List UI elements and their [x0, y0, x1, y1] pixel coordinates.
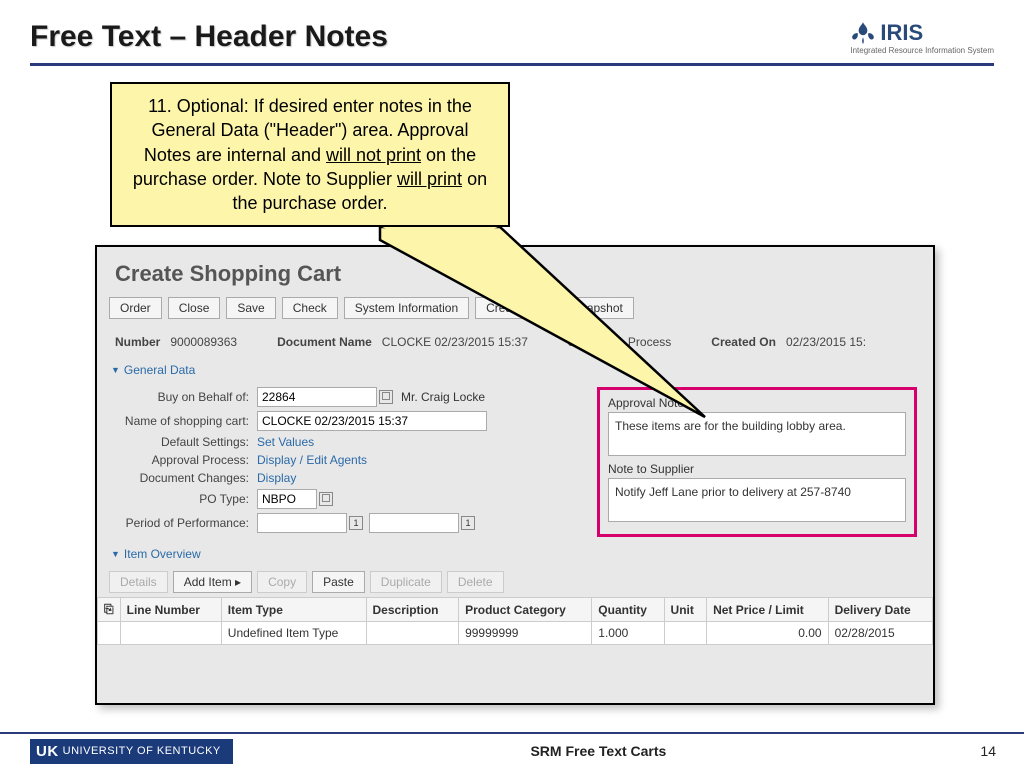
save-button[interactable]: Save [226, 297, 275, 319]
display-edit-agents-link[interactable]: Display / Edit Agents [257, 453, 367, 467]
slide-title: Free Text – Header Notes [30, 20, 388, 54]
period-label: Period of Performance: [107, 516, 257, 530]
item-overview-header[interactable]: Item Overview [97, 541, 933, 567]
approval-process-label: Approval Process: [107, 453, 257, 467]
set-values-link[interactable]: Set Values [257, 435, 314, 449]
check-button[interactable]: Check [282, 297, 338, 319]
copy-col-icon: ⎘ [98, 598, 121, 622]
page-number: 14 [964, 743, 1024, 759]
lookup-icon[interactable] [319, 492, 333, 506]
calendar-icon[interactable]: 1 [349, 516, 363, 530]
period-to-input[interactable] [369, 513, 459, 533]
note-to-supplier-textarea[interactable]: Notify Jeff Lane prior to delivery at 25… [608, 478, 906, 522]
calendar-icon[interactable]: 1 [461, 516, 475, 530]
doc-changes-label: Document Changes: [107, 471, 257, 485]
details-button: Details [109, 571, 168, 593]
paste-button[interactable]: Paste [312, 571, 365, 593]
order-button[interactable]: Order [109, 297, 162, 319]
iris-logo: IRIS Integrated Resource Information Sys… [850, 20, 994, 55]
default-settings-label: Default Settings: [107, 435, 257, 449]
cart-name-label: Name of shopping cart: [107, 414, 257, 428]
delete-button: Delete [447, 571, 504, 593]
instruction-callout: 11. Optional: If desired enter notes in … [110, 82, 510, 227]
callout-pointer [340, 227, 720, 447]
close-button[interactable]: Close [168, 297, 221, 319]
po-type-label: PO Type: [107, 492, 257, 506]
buy-label: Buy on Behalf of: [107, 390, 257, 404]
display-link[interactable]: Display [257, 471, 296, 485]
period-from-input[interactable] [257, 513, 347, 533]
po-type-input[interactable] [257, 489, 317, 509]
copy-button: Copy [257, 571, 307, 593]
iris-flower-icon [850, 20, 876, 46]
duplicate-button: Duplicate [370, 571, 442, 593]
table-row[interactable]: Undefined Item Type 99999999 1.000 0.00 … [98, 622, 933, 645]
footer-title: SRM Free Text Carts [233, 743, 964, 759]
add-item-button[interactable]: Add Item ▸ [173, 571, 252, 593]
note-to-supplier-label: Note to Supplier [608, 462, 906, 476]
uk-logo: UKUNIVERSITY OF KENTUCKY [30, 739, 233, 764]
slide-footer: UKUNIVERSITY OF KENTUCKY SRM Free Text C… [0, 732, 1024, 768]
item-table: ⎘ Line Number Item Type Description Prod… [97, 597, 933, 645]
